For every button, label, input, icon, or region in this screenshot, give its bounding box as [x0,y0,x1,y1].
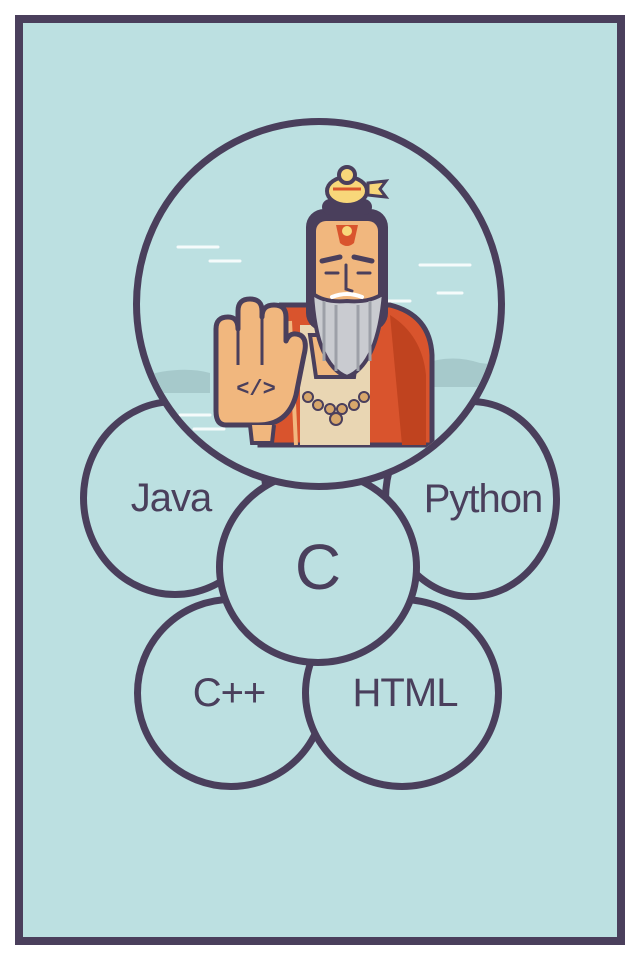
palm-code-tag: </> [236,377,276,402]
c-bubble[interactable]: C [216,468,420,666]
python-label: Python [423,476,544,521]
c-label: C [294,531,342,603]
topknot [322,165,390,215]
hero-illustration: </> [133,118,505,490]
sadhu-illustration: </> [140,165,498,448]
cpp-label: C++ [192,670,267,715]
html-label: HTML [352,670,459,715]
